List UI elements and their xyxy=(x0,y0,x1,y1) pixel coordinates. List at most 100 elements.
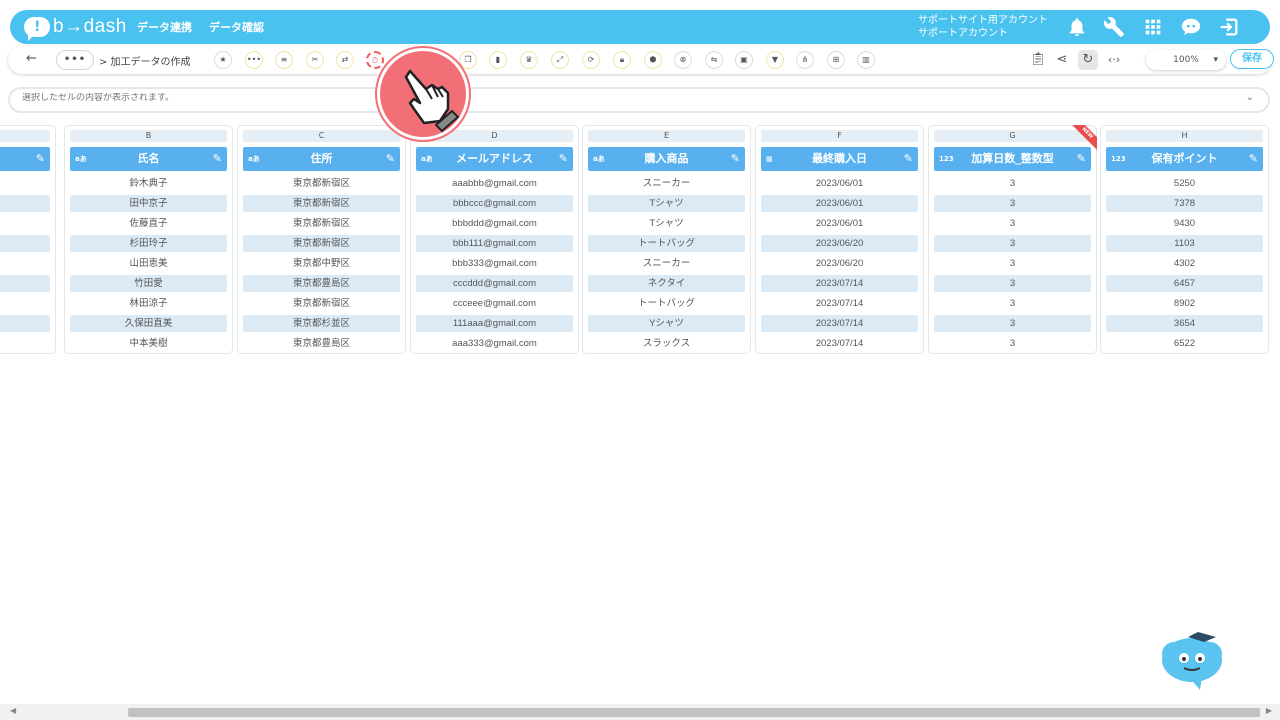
table-cell[interactable]: 竹田愛 xyxy=(70,275,227,292)
table-cell[interactable]: 3 xyxy=(934,255,1091,272)
column-header[interactable]: aあ 住所 ✎ xyxy=(243,147,400,171)
table-cell[interactable]: 中本美樹 xyxy=(70,335,227,352)
translate-icon[interactable]: ⇋ xyxy=(705,51,723,69)
bell-icon[interactable] xyxy=(1066,16,1088,38)
swap-icon[interactable]: ⇄ xyxy=(336,51,354,69)
chevron-down-icon[interactable]: ⌄ xyxy=(1246,92,1254,103)
table-cell[interactable]: 東京都豊島区 xyxy=(243,275,400,292)
edit-pencil-icon[interactable]: ✎ xyxy=(731,147,740,171)
column-header[interactable]: aあ 購入商品 ✎ xyxy=(588,147,745,171)
table-cell[interactable]: 2023/06/01 xyxy=(761,195,918,212)
table-cell[interactable]: 東京都新宿区 xyxy=(243,295,400,312)
table-cell[interactable]: 2023/07/14 xyxy=(761,335,918,352)
table-cell[interactable]: 2023/06/01 xyxy=(761,215,918,232)
table-cell[interactable] xyxy=(0,235,50,252)
more-options-button[interactable]: ••• xyxy=(56,50,94,70)
column-header[interactable]: 123 加算日数_整数型 ✎ xyxy=(934,147,1091,171)
table-cell[interactable]: 2023/06/20 xyxy=(761,235,918,252)
repeat-icon[interactable]: ⟳ xyxy=(582,51,600,69)
table-cell[interactable]: 3 xyxy=(934,275,1091,292)
bdash-logo[interactable]: ! b→dash xyxy=(24,16,127,41)
table-cell[interactable]: 6522 xyxy=(1106,335,1263,352)
table-cell[interactable]: 3654 xyxy=(1106,315,1263,332)
apps-grid-icon[interactable] xyxy=(1142,16,1164,38)
column-letter[interactable]: F xyxy=(761,130,918,142)
table-cell[interactable]: 4302 xyxy=(1106,255,1263,272)
table-cell[interactable]: bbbccc@gmail.com xyxy=(416,195,573,212)
column-letter[interactable]: C xyxy=(243,130,400,142)
column-letter[interactable]: H xyxy=(1106,130,1263,142)
edit-pencil-icon[interactable]: ✎ xyxy=(1249,147,1258,171)
table-cell[interactable]: 東京都豊島区 xyxy=(243,335,400,352)
table-cell[interactable]: Tシャツ xyxy=(588,195,745,212)
clipboard-icon[interactable]: 📋︎ xyxy=(1028,50,1048,70)
table-cell[interactable]: 9430 xyxy=(1106,215,1263,232)
table-cell[interactable] xyxy=(0,195,50,212)
help-chat-icon[interactable] xyxy=(1180,16,1202,38)
column-letter[interactable]: E xyxy=(588,130,745,142)
nav-data-integration[interactable]: データ連携 xyxy=(137,19,192,35)
edit-pencil-icon[interactable]: ✎ xyxy=(559,147,568,171)
table-cell[interactable]: 東京都杉並区 xyxy=(243,315,400,332)
table-cell[interactable]: 久保田直美 xyxy=(70,315,227,332)
horizontal-scrollbar[interactable]: ◀ ▶ xyxy=(0,704,1280,720)
table-cell[interactable]: 東京都新宿区 xyxy=(243,195,400,212)
back-arrow-icon[interactable]: ← xyxy=(26,51,37,66)
table-cell[interactable]: 111aaa@gmail.com xyxy=(416,315,573,332)
nav-data-check[interactable]: データ確認 xyxy=(209,19,264,35)
zoom-select[interactable]: 100% ▾ xyxy=(1146,50,1226,70)
table-cell[interactable]: 5250 xyxy=(1106,175,1263,192)
account-info[interactable]: サポートサイト用アカウント サポートアカウント xyxy=(918,14,1048,40)
table-cell[interactable]: 3 xyxy=(934,335,1091,352)
share-icon[interactable]: ⋖ xyxy=(1052,50,1072,70)
more-dots-icon[interactable]: ••• xyxy=(245,51,263,69)
table-cell[interactable]: 3 xyxy=(934,315,1091,332)
table-cell[interactable]: 2023/07/14 xyxy=(761,295,918,312)
table-cell[interactable]: ネクタイ xyxy=(588,275,745,292)
table-cell[interactable]: 山田恵美 xyxy=(70,255,227,272)
table-cell[interactable]: 6457 xyxy=(1106,275,1263,292)
column-letter[interactable]: B xyxy=(70,130,227,142)
table-cell[interactable]: aaabbb@gmail.com xyxy=(416,175,573,192)
table-cell[interactable]: 佐藤直子 xyxy=(70,215,227,232)
column-header[interactable]: 123 保有ポイント ✎ xyxy=(1106,147,1263,171)
table-cell[interactable]: bbbddd@gmail.com xyxy=(416,215,573,232)
edit-pencil-icon[interactable]: ✎ xyxy=(213,147,222,171)
tools-icon[interactable]: ✂ xyxy=(306,51,324,69)
table-cell[interactable]: 林田涼子 xyxy=(70,295,227,312)
lock-icon[interactable]: 🔒︎ xyxy=(613,51,631,69)
table-cell[interactable]: ccceee@gmail.com xyxy=(416,295,573,312)
table-cell[interactable]: Yシャツ xyxy=(588,315,745,332)
table-cell[interactable]: 7378 xyxy=(1106,195,1263,212)
table-cell[interactable]: 東京都新宿区 xyxy=(243,215,400,232)
scroll-right-icon[interactable]: ▶ xyxy=(1266,706,1272,715)
table-cell[interactable]: 3 xyxy=(934,215,1091,232)
table-cell[interactable]: 1103 xyxy=(1106,235,1263,252)
table-cell[interactable]: 2023/07/14 xyxy=(761,275,918,292)
timer-icon[interactable]: ⏱ xyxy=(366,51,384,69)
filter-icon[interactable]: ▼ xyxy=(766,51,784,69)
expand-icon[interactable]: ⤢ xyxy=(551,51,569,69)
table-cell[interactable]: 杉田玲子 xyxy=(70,235,227,252)
table-cell[interactable]: 田中京子 xyxy=(70,195,227,212)
cell-content-bar[interactable]: ⌄ xyxy=(8,87,1270,113)
list-icon[interactable]: ≡ xyxy=(275,51,293,69)
frame-icon[interactable]: ▣ xyxy=(735,51,753,69)
table-cell[interactable]: トートバッグ xyxy=(588,235,745,252)
table-cell[interactable] xyxy=(0,315,50,332)
table-cell[interactable]: トートバッグ xyxy=(588,295,745,312)
table-cell[interactable]: 2023/07/14 xyxy=(761,315,918,332)
table-cell[interactable]: 8902 xyxy=(1106,295,1263,312)
logout-icon[interactable] xyxy=(1218,16,1240,38)
table-cell[interactable]: Tシャツ xyxy=(588,215,745,232)
table-cell[interactable]: 東京都中野区 xyxy=(243,255,400,272)
table-cell[interactable]: bbb333@gmail.com xyxy=(416,255,573,272)
crown-icon[interactable]: ♛ xyxy=(520,51,538,69)
table-cell[interactable]: 東京都新宿区 xyxy=(243,175,400,192)
cell-content-input[interactable] xyxy=(22,93,1222,103)
table-cell[interactable]: 2023/06/01 xyxy=(761,175,918,192)
table-grid-icon[interactable]: ⊞ xyxy=(827,51,845,69)
hierarchy-icon[interactable]: ⋔ xyxy=(796,51,814,69)
save-button[interactable]: 保存 xyxy=(1230,49,1274,69)
table-cell[interactable]: 2023/06/20 xyxy=(761,255,918,272)
